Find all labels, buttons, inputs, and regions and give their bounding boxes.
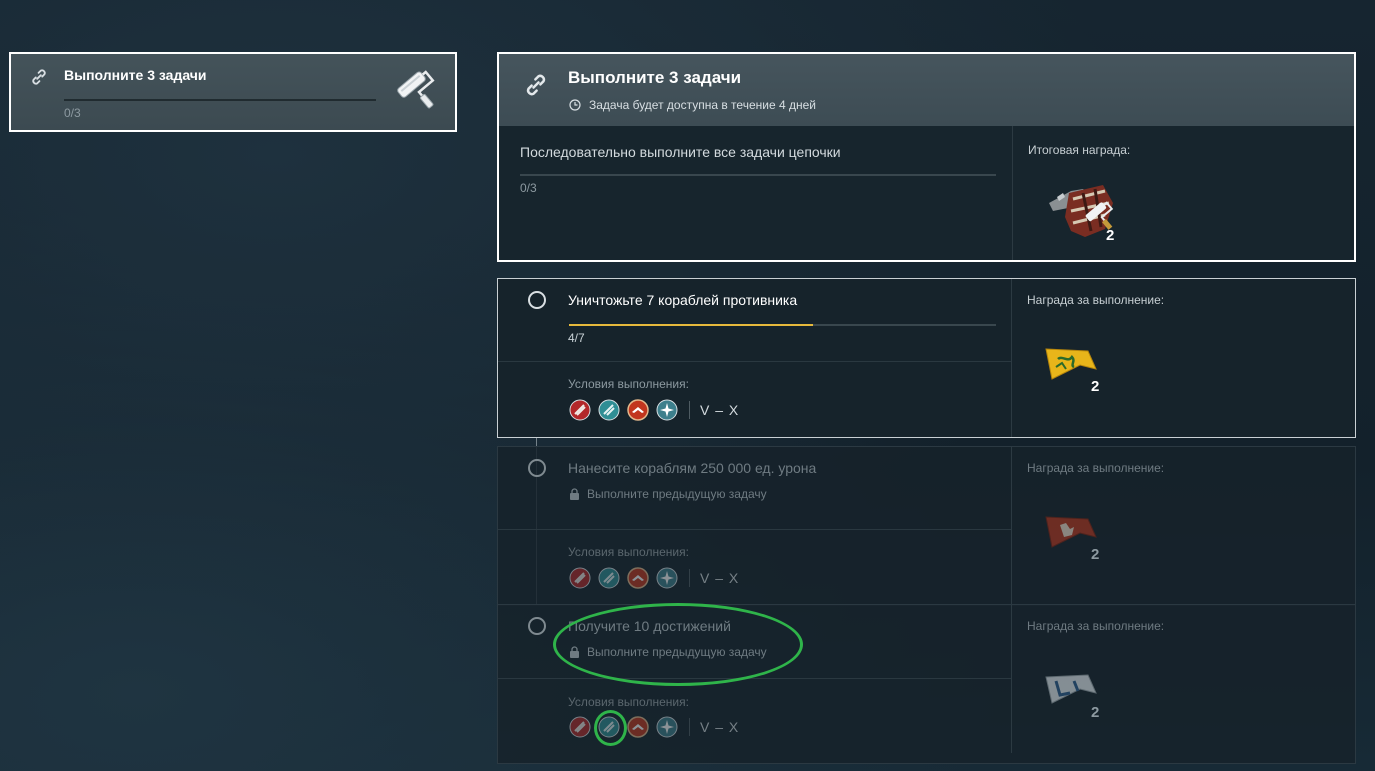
divider [1012, 126, 1013, 260]
reward-count: 2 [1091, 546, 1100, 563]
task-title: Получите 10 достижений [568, 618, 731, 634]
chain-progress-text: 0/3 [520, 181, 537, 195]
battleship-class-icon[interactable] [569, 716, 591, 738]
conditions-label: Условия выполнения: [568, 377, 689, 391]
availability-text: Задача будет доступна в течение 4 дней [589, 98, 816, 112]
aircraft-carrier-class-icon[interactable] [656, 716, 678, 738]
reward-label: Награда за выполнение: [1027, 293, 1165, 307]
task-title: Уничтожьте 7 кораблей противника [568, 292, 798, 308]
task-status-circle [528, 617, 546, 635]
lock-icon [570, 488, 579, 500]
conditions-row: V – X [569, 399, 739, 421]
reward-label: Награда за выполнение: [1027, 461, 1165, 475]
final-reward-count: 2 [1106, 227, 1115, 244]
red-signal-flag-icon[interactable] [1044, 513, 1098, 551]
lock-text: Выполните предыдущую задачу [587, 487, 767, 501]
battleship-class-icon[interactable] [569, 399, 591, 421]
conditions-row: V – X [569, 716, 739, 738]
mission-progress-text: 0/3 [64, 106, 81, 120]
divider [1011, 279, 1012, 437]
task-card[interactable]: Уничтожьте 7 кораблей противника 4/7 Усл… [497, 278, 1356, 438]
divider [1011, 605, 1012, 753]
conditions-label: Условия выполнения: [568, 695, 689, 709]
divider [689, 569, 690, 587]
conditions-label: Условия выполнения: [568, 545, 689, 559]
divider [689, 718, 690, 736]
tier-range: V – X [700, 570, 740, 586]
divider [689, 401, 690, 419]
battleship-class-icon[interactable] [569, 567, 591, 589]
chain-mission-card[interactable]: Выполните 3 задачи 0/3 [9, 52, 457, 132]
details-body: Последовательно выполните все задачи цеп… [499, 126, 1012, 260]
task-progress-fill [569, 324, 813, 326]
cruiser-class-icon[interactable] [598, 399, 620, 421]
mission-title: Выполните 3 задачи [64, 67, 207, 83]
divider [1011, 447, 1012, 605]
chain-description: Последовательно выполните все задачи цеп… [520, 144, 841, 160]
task-progress-bar [569, 324, 996, 326]
lock-icon [570, 646, 579, 658]
tier-range: V – X [700, 402, 740, 418]
task-card[interactable]: Получите 10 достижений Выполните предыду… [497, 604, 1356, 764]
conditions-row: V – X [569, 567, 739, 589]
destroyer-class-icon[interactable] [627, 399, 649, 421]
task-card[interactable]: Нанесите кораблям 250 000 ед. урона Выпо… [497, 446, 1356, 606]
destroyer-class-icon[interactable] [627, 716, 649, 738]
final-reward-label: Итоговая награда: [1028, 143, 1131, 157]
lock-text: Выполните предыдущую задачу [587, 645, 767, 659]
reward-count: 2 [1091, 704, 1100, 721]
details-header: Выполните 3 задачи Задача будет доступна… [499, 54, 1354, 126]
task-status-circle [528, 459, 546, 477]
aircraft-carrier-class-icon[interactable] [656, 567, 678, 589]
lock-row: Выполните предыдущую задачу [569, 645, 767, 659]
reward-count: 2 [1091, 378, 1100, 395]
clock-icon [569, 99, 581, 111]
divider [498, 529, 1011, 530]
blue-signal-flag-icon[interactable] [1044, 671, 1098, 709]
task-progress-text: 4/7 [568, 331, 585, 345]
chain-link-icon [526, 74, 546, 96]
divider [498, 361, 1011, 362]
paint-roller-icon [397, 70, 435, 109]
reward-label: Награда за выполнение: [1027, 619, 1165, 633]
task-title: Нанесите кораблям 250 000 ед. урона [568, 460, 817, 476]
destroyer-class-icon[interactable] [627, 567, 649, 589]
cruiser-class-icon[interactable] [598, 716, 620, 738]
yellow-signal-flag-icon[interactable] [1044, 345, 1098, 383]
task-status-circle [528, 291, 546, 309]
chain-mission-details: Выполните 3 задачи Задача будет доступна… [497, 52, 1356, 262]
divider [498, 678, 1011, 679]
chain-progress-bar [520, 174, 996, 176]
lock-row: Выполните предыдущую задачу [569, 487, 767, 501]
cruiser-class-icon[interactable] [598, 567, 620, 589]
mission-progress-bar [64, 99, 376, 101]
tier-range: V – X [700, 719, 740, 735]
chain-link-icon [32, 69, 46, 85]
aircraft-carrier-class-icon[interactable] [656, 399, 678, 421]
details-title: Выполните 3 задачи [568, 68, 742, 87]
